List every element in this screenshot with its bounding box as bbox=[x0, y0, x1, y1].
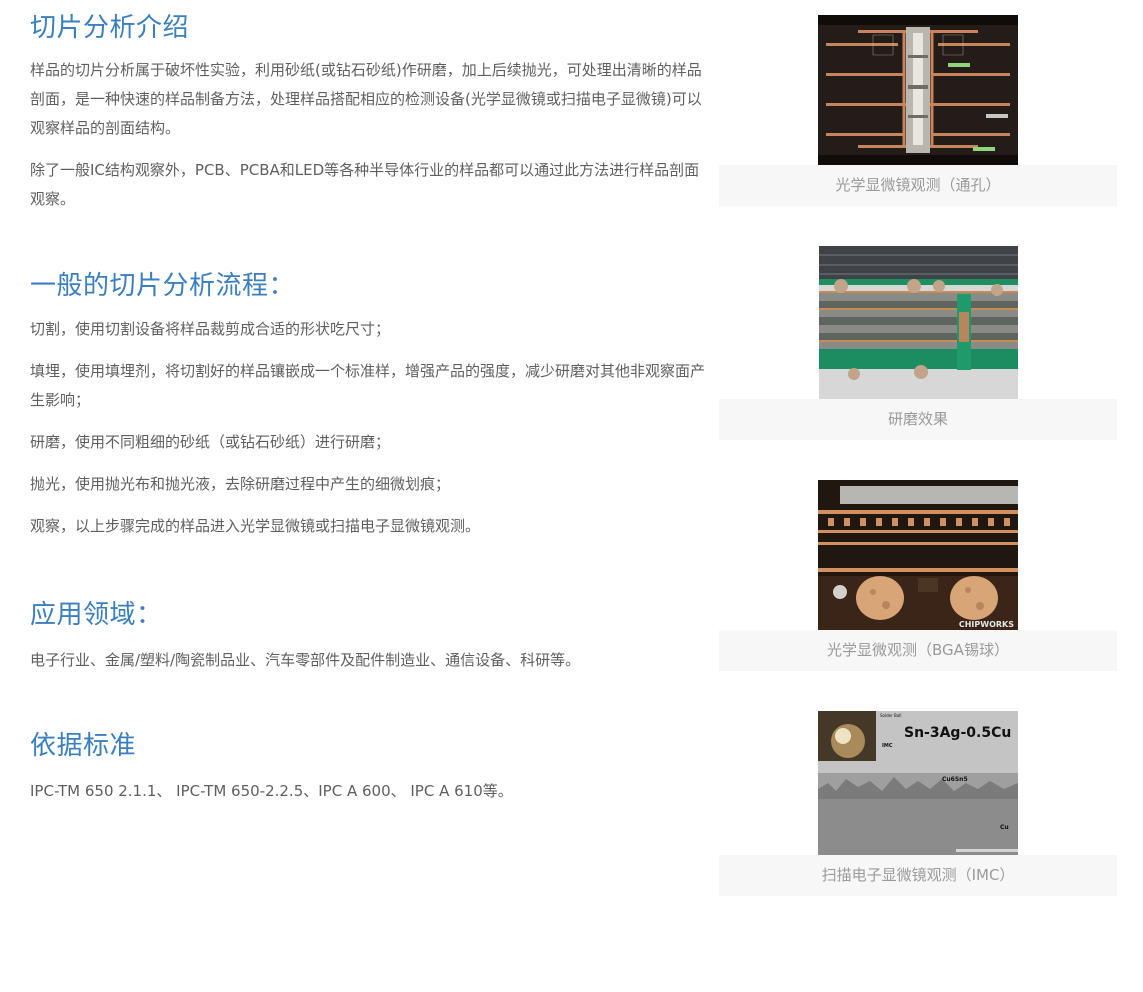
grinding-image bbox=[818, 246, 1018, 399]
process-step: 观察，以上步骤完成的样品进入光学显微镜或扫描电子显微镜观测。 bbox=[30, 517, 481, 535]
figure-caption: 光学显微观测（BGA锡球） bbox=[719, 630, 1117, 671]
figure-caption: 研磨效果 bbox=[719, 399, 1117, 440]
section-application: 应用领域： 电子行业、金属/塑料/陶瓷制品业、汽车零部件及配件制造业、通信设备、… bbox=[30, 600, 710, 675]
alloy-label: Sn-3Ag-0.5Cu bbox=[904, 725, 1011, 741]
process-step: 抛光，使用抛光布和抛光液，去除研磨过程中产生的细微划痕； bbox=[30, 475, 451, 493]
process-step: 切割，使用切割设备将样品裁剪成合适的形状吃尺寸； bbox=[30, 320, 391, 338]
figure-grinding: 研磨效果 bbox=[719, 246, 1117, 440]
figure-bga: CHIPWORKS 光学显微观测（BGA锡球） bbox=[719, 480, 1117, 671]
figure-caption: 扫描电子显微镜观测（IMC） bbox=[719, 855, 1117, 896]
solder-ball-label: Solder Ball bbox=[880, 713, 901, 718]
figure-sem-imc: Sn-3Ag-0.5Cu Solder Ball IMC Cu6Sn5 Cu 扫… bbox=[719, 711, 1117, 896]
section-intro: 切片分析介绍 样品的切片分析属于破坏性实验，利用砂纸(或钻石砂纸)作研磨，加上后… bbox=[30, 13, 710, 214]
bga-image: CHIPWORKS bbox=[818, 480, 1018, 630]
section-standards: 依据标准 IPC-TM 650 2.1.1、 IPC-TM 650-2.2.5、… bbox=[30, 731, 710, 806]
figure-caption: 光学显微镜观测（通孔） bbox=[719, 165, 1117, 206]
section-process: 一般的切片分析流程： 切割，使用切割设备将样品裁剪成合适的形状吃尺寸； 填埋，使… bbox=[30, 271, 710, 554]
through-hole-image bbox=[818, 15, 1018, 165]
intro-paragraph: 除了一般IC结构观察外，PCB、PCBA和LED等各种半导体行业的样品都可以通过… bbox=[30, 161, 700, 208]
cu-label: Cu bbox=[1000, 824, 1009, 831]
intro-paragraph: 样品的切片分析属于破坏性实验，利用砂纸(或钻石砂纸)作研磨，加上后续抛光，可处理… bbox=[30, 61, 702, 137]
process-title: 一般的切片分析流程： bbox=[30, 271, 296, 301]
standards-title: 依据标准 bbox=[30, 731, 137, 761]
figure-through-hole: 光学显微镜观测（通孔） bbox=[719, 15, 1117, 206]
application-title: 应用领域： bbox=[30, 600, 163, 630]
sem-imc-image: Sn-3Ag-0.5Cu Solder Ball IMC Cu6Sn5 Cu bbox=[818, 711, 1018, 855]
process-step: 填埋，使用填埋剂，将切割好的样品镶嵌成一个标准样，增强产品的强度，减少研磨对其他… bbox=[30, 362, 706, 409]
process-step: 研磨，使用不同粗细的砂纸（或钻石砂纸）进行研磨； bbox=[30, 433, 391, 451]
intro-title: 切片分析介绍 bbox=[30, 13, 190, 43]
chipworks-watermark: CHIPWORKS bbox=[959, 620, 1014, 629]
application-text: 电子行业、金属/塑料/陶瓷制品业、汽车零部件及配件制造业、通信设备、科研等。 bbox=[30, 651, 581, 669]
standards-text: IPC-TM 650 2.1.1、 IPC-TM 650-2.2.5、IPC A… bbox=[30, 782, 513, 800]
imc-label: IMC bbox=[882, 743, 893, 749]
compound-label: Cu6Sn5 bbox=[942, 776, 968, 783]
